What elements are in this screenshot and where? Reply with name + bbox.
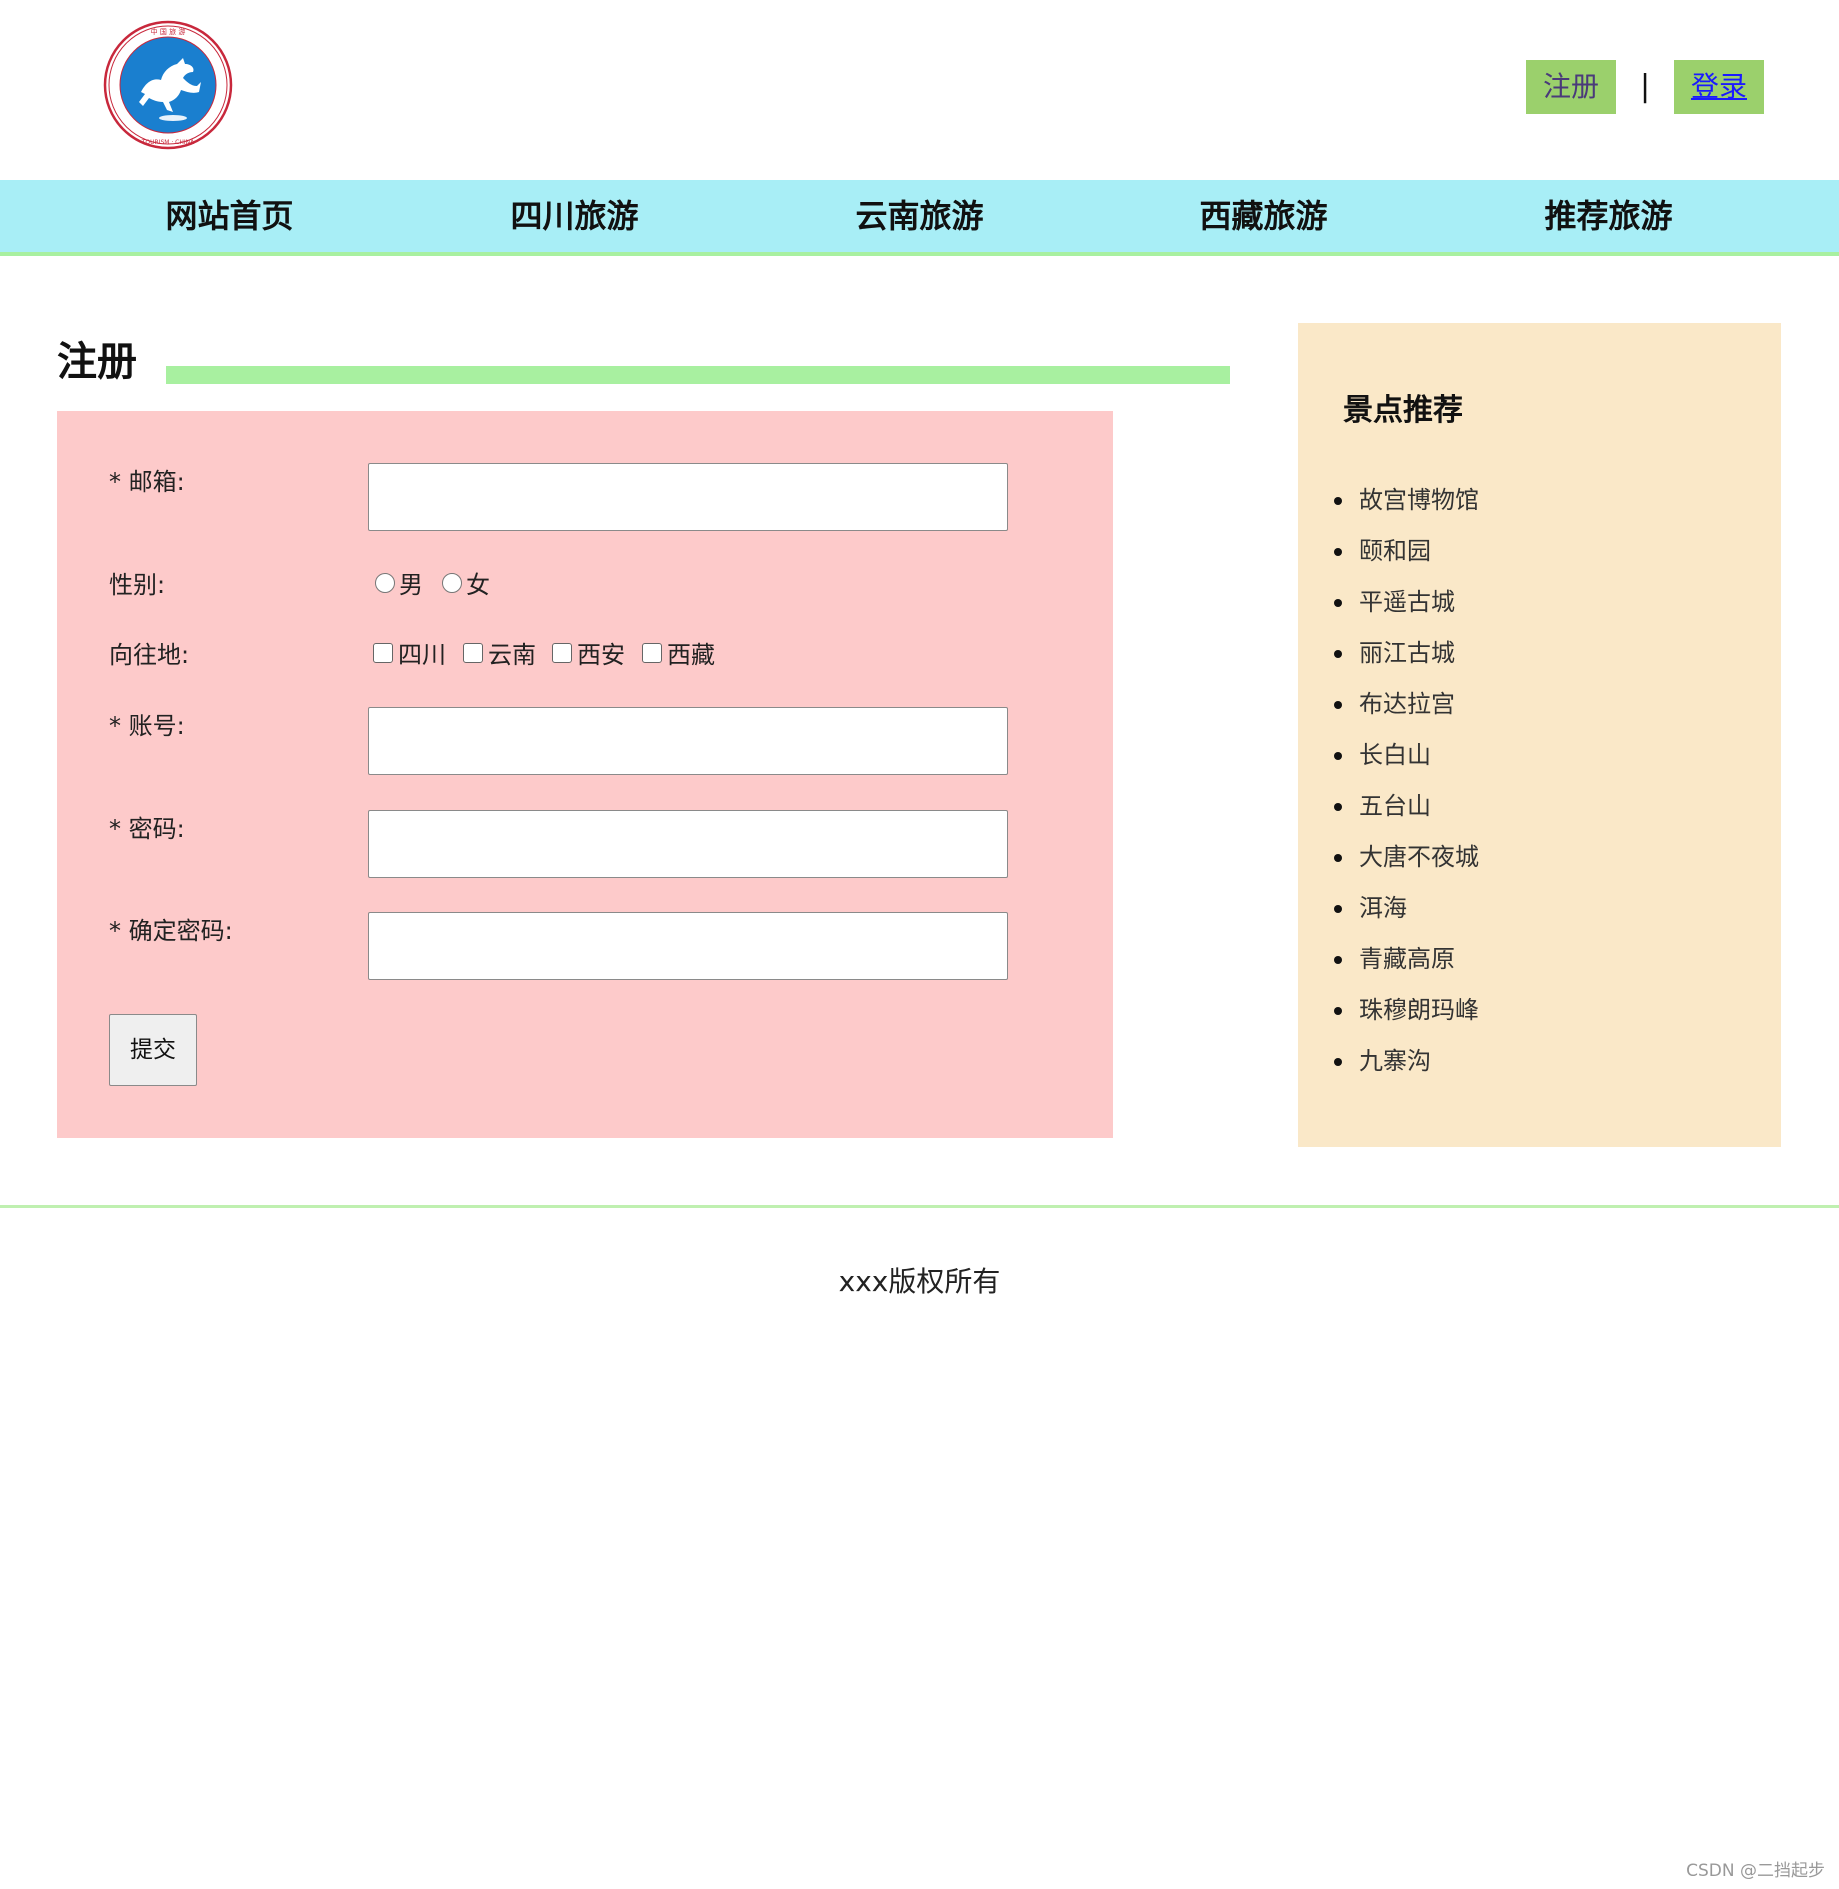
bullet-icon [1334, 701, 1342, 709]
list-item: 洱海 [1334, 893, 1479, 944]
radio-button-male[interactable] [375, 573, 395, 593]
logo-emblem-icon: 中 国 旅 游 TOURISM · CHINA [103, 20, 233, 150]
account-label: * 账号: [109, 712, 185, 740]
password-label: * 密码: [109, 815, 185, 843]
spot-name: 布达拉宫 [1359, 690, 1455, 718]
footer-divider [0, 1205, 1839, 1208]
nav-item-yunnan[interactable]: 云南旅游 [747, 180, 1092, 252]
list-item: 颐和园 [1334, 536, 1479, 587]
destination-option-sichuan[interactable]: 四川 [373, 637, 446, 673]
watermark: CSDN @二挡起步 [1686, 1861, 1825, 1881]
spot-name: 大唐不夜城 [1359, 843, 1479, 871]
svg-text:TOURISM · CHINA: TOURISM · CHINA [141, 139, 195, 146]
site-logo: 中 国 旅 游 TOURISM · CHINA [103, 20, 233, 150]
bullet-icon [1334, 650, 1342, 658]
auth-separator: | [1640, 69, 1651, 104]
bullet-icon [1334, 956, 1342, 964]
destination-label: 向往地: [109, 641, 190, 669]
bullet-icon [1334, 854, 1342, 862]
register-link[interactable]: 注册 [1526, 60, 1616, 114]
nav-item-sichuan[interactable]: 四川旅游 [402, 180, 747, 252]
nav-item-home[interactable]: 网站首页 [57, 180, 402, 252]
spot-name: 长白山 [1359, 741, 1431, 769]
destination-option-sichuan-label: 四川 [398, 641, 446, 669]
confirm-password-field[interactable] [368, 912, 1008, 980]
bullet-icon [1334, 497, 1342, 505]
spot-list: 故宫博物馆 颐和园 平遥古城 丽江古城 布达拉宫 长白山 五台山 大唐不夜城 洱… [1334, 485, 1479, 1097]
registration-form: * 邮箱: 性别: 男 女 向往地: 四川 云南 西安 西藏 * 账号: * 密… [57, 411, 1113, 1138]
bullet-icon [1334, 803, 1342, 811]
list-item: 长白山 [1334, 740, 1479, 791]
list-item: 青藏高原 [1334, 944, 1479, 995]
list-item: 丽江古城 [1334, 638, 1479, 689]
bullet-icon [1334, 599, 1342, 607]
destination-option-tibet-label: 西藏 [667, 641, 715, 669]
main-nav: 网站首页 四川旅游 云南旅游 西藏旅游 推荐旅游 [0, 180, 1839, 256]
destination-option-xian[interactable]: 西安 [552, 637, 625, 673]
account-field[interactable] [368, 707, 1008, 775]
checkbox-yunnan[interactable] [463, 643, 483, 663]
destination-option-tibet[interactable]: 西藏 [642, 637, 715, 673]
bullet-icon [1334, 1007, 1342, 1015]
list-item: 五台山 [1334, 791, 1479, 842]
password-field[interactable] [368, 810, 1008, 878]
list-item: 布达拉宫 [1334, 689, 1479, 740]
gender-option-female-label: 女 [466, 571, 490, 599]
list-item: 平遥古城 [1334, 587, 1479, 638]
list-item: 九寨沟 [1334, 1046, 1479, 1097]
spot-name: 珠穆朗玛峰 [1359, 996, 1479, 1024]
checkbox-xian[interactable] [552, 643, 572, 663]
nav-item-recommended[interactable]: 推荐旅游 [1436, 180, 1781, 252]
submit-button[interactable]: 提交 [109, 1014, 197, 1086]
spot-name: 平遥古城 [1359, 588, 1455, 616]
nav-item-tibet[interactable]: 西藏旅游 [1091, 180, 1436, 252]
email-label: * 邮箱: [109, 468, 185, 496]
sidebar-title: 景点推荐 [1343, 393, 1463, 428]
footer-copyright: xxx版权所有 [838, 1265, 1001, 1298]
bullet-icon [1334, 752, 1342, 760]
login-link[interactable]: 登录 [1674, 60, 1764, 114]
destination-option-yunnan[interactable]: 云南 [463, 637, 536, 673]
page-title: 注册 [57, 339, 137, 385]
checkbox-sichuan[interactable] [373, 643, 393, 663]
recommended-spots-sidebar: 景点推荐 故宫博物馆 颐和园 平遥古城 丽江古城 布达拉宫 长白山 五台山 大唐… [1298, 323, 1781, 1147]
svg-text:中 国 旅 游: 中 国 旅 游 [151, 27, 186, 36]
gender-option-male-label: 男 [399, 571, 423, 599]
list-item: 故宫博物馆 [1334, 485, 1479, 536]
spot-name: 颐和园 [1359, 537, 1431, 565]
confirm-password-label: * 确定密码: [109, 917, 233, 945]
gender-label: 性别: [109, 571, 166, 599]
spot-name: 青藏高原 [1359, 945, 1455, 973]
title-divider-bar [166, 366, 1230, 384]
email-field[interactable] [368, 463, 1008, 531]
checkbox-tibet[interactable] [642, 643, 662, 663]
gender-option-female[interactable]: 女 [442, 567, 490, 603]
list-item: 大唐不夜城 [1334, 842, 1479, 893]
destination-option-yunnan-label: 云南 [488, 641, 536, 669]
bullet-icon [1334, 548, 1342, 556]
spot-name: 故宫博物馆 [1359, 486, 1479, 514]
list-item: 珠穆朗玛峰 [1334, 995, 1479, 1046]
spot-name: 洱海 [1359, 894, 1407, 922]
spot-name: 五台山 [1359, 792, 1431, 820]
radio-button-female[interactable] [442, 573, 462, 593]
spot-name: 丽江古城 [1359, 639, 1455, 667]
spot-name: 九寨沟 [1359, 1047, 1431, 1075]
destination-option-xian-label: 西安 [577, 641, 625, 669]
bullet-icon [1334, 905, 1342, 913]
bullet-icon [1334, 1058, 1342, 1066]
gender-option-male[interactable]: 男 [375, 567, 423, 603]
